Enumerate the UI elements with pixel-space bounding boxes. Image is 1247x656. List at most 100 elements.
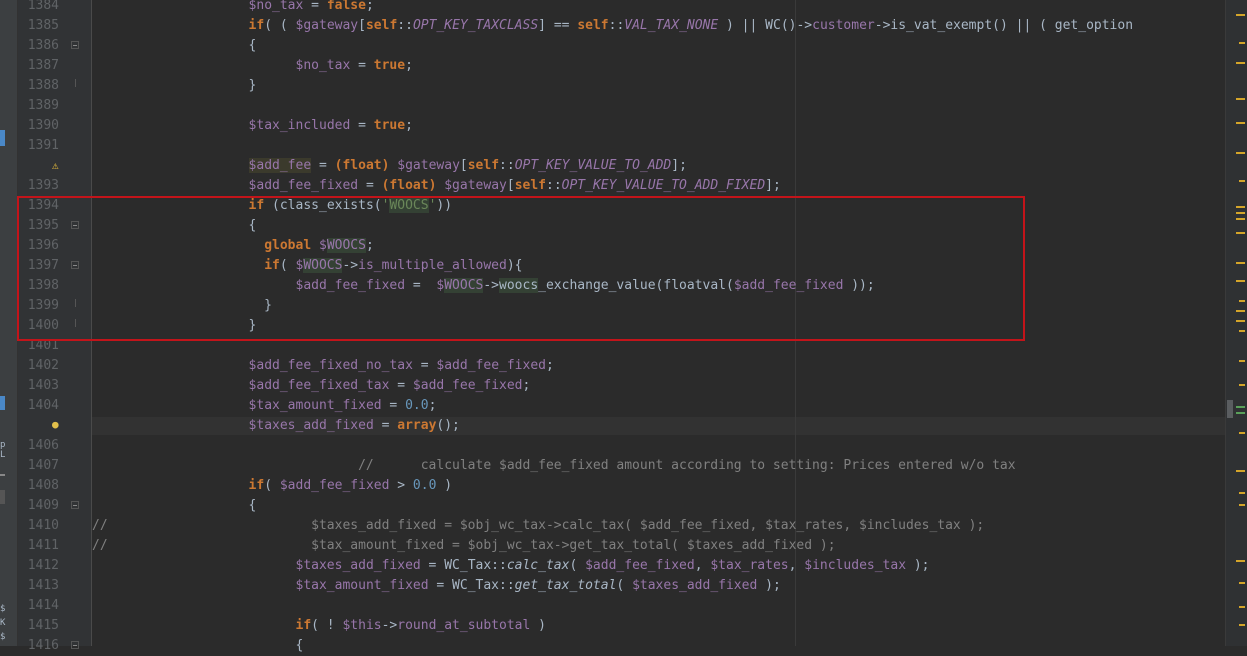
fold-toggle-icon[interactable] — [71, 41, 79, 49]
code-line[interactable]: 1406 — [0, 436, 1225, 456]
scrollbar-marker[interactable] — [1239, 42, 1245, 44]
code-text[interactable]: $tax_included = true; — [92, 116, 413, 136]
code-line[interactable]: 1388 } — [0, 76, 1225, 96]
code-line[interactable]: 1410 // $taxes_add_fixed = $obj_wc_tax->c… — [0, 516, 1225, 536]
scroll-thumb[interactable] — [1227, 400, 1233, 418]
line-number[interactable]: 1384 — [18, 0, 59, 16]
code-line[interactable]: 1391 — [0, 136, 1225, 156]
scrollbar-marker[interactable] — [1236, 560, 1245, 562]
code-text[interactable]: if( $add_fee_fixed > 0.0 ) — [92, 476, 453, 496]
code-line[interactable]: 1385 if( ( $gateway[self::OPT_KEY_TAXCLA… — [0, 16, 1225, 36]
line-number[interactable]: 1415 — [18, 616, 59, 636]
code-text[interactable]: $taxes_add_fixed = WC_Tax::calc_tax( $ad… — [92, 556, 930, 576]
scrollbar-marker[interactable] — [1239, 624, 1245, 626]
scrollbar-marker[interactable] — [1239, 360, 1245, 362]
scrollbar-marker[interactable] — [1236, 280, 1245, 282]
scrollbar-marker[interactable] — [1236, 406, 1245, 408]
code-text[interactable]: { — [92, 36, 257, 56]
line-number[interactable]: 1389 — [18, 96, 59, 116]
code-line[interactable]: 1407 // calculate $add_fee_fixed amount … — [0, 456, 1225, 476]
scrollbar-marker[interactable] — [1239, 504, 1245, 506]
line-number[interactable]: 1403 — [18, 376, 59, 396]
line-number[interactable]: 1386 — [18, 36, 59, 56]
line-number[interactable]: 1387 — [18, 56, 59, 76]
scrollbar-marker[interactable] — [1239, 180, 1245, 182]
scrollbar-marker[interactable] — [1236, 152, 1245, 154]
code-line[interactable]: 1403 $add_fee_fixed_tax = $add_fee_fixed… — [0, 376, 1225, 396]
code-line[interactable]: ⚠ $add_fee = (float) $gateway[self::OPT_… — [0, 156, 1225, 176]
line-number[interactable]: 1411 — [18, 536, 59, 556]
code-text[interactable]: } — [92, 76, 257, 96]
code-line[interactable]: 1387 $no_tax = true; — [0, 56, 1225, 76]
scrollbar-marker[interactable] — [1239, 384, 1245, 386]
code-text[interactable]: $no_tax = false; — [92, 0, 374, 16]
code-line[interactable]: 1390 $tax_included = true; — [0, 116, 1225, 136]
scrollbar-marker[interactable] — [1236, 14, 1245, 16]
scrollbar-marker[interactable] — [1236, 218, 1245, 220]
code-line[interactable]: 1404 $tax_amount_fixed = 0.0; — [0, 396, 1225, 416]
scrollbar-marker[interactable] — [1239, 606, 1245, 608]
line-number[interactable]: 1393 — [18, 176, 59, 196]
line-number[interactable]: 1408 — [18, 476, 59, 496]
code-text[interactable]: $add_fee_fixed_no_tax = $add_fee_fixed; — [92, 356, 554, 376]
code-line[interactable]: 1412 $taxes_add_fixed = WC_Tax::calc_tax… — [0, 556, 1225, 576]
scrollbar-marker[interactable] — [1236, 212, 1245, 214]
code-text[interactable]: $add_fee = (float) $gateway[self::OPT_KE… — [92, 156, 687, 176]
warning-icon[interactable]: ⚠ — [52, 159, 59, 173]
scrollbar-marker[interactable] — [1239, 582, 1245, 584]
code-text[interactable]: // calculate $add_fee_fixed amount accor… — [92, 456, 1015, 476]
scrollbar-marker[interactable] — [1236, 62, 1245, 64]
line-number[interactable]: 1402 — [18, 356, 59, 376]
line-number[interactable]: 1412 — [18, 556, 59, 576]
scrollbar-marker[interactable] — [1236, 310, 1245, 312]
scrollbar-marker[interactable] — [1236, 412, 1245, 414]
code-text[interactable]: if( ( $gateway[self::OPT_KEY_TAXCLASS] =… — [92, 16, 1133, 36]
lightbulb-icon[interactable]: ● — [52, 418, 59, 432]
line-number[interactable]: 1385 — [18, 16, 59, 36]
scrollbar-marker[interactable] — [1236, 320, 1245, 322]
code-text[interactable]: $no_tax = true; — [92, 56, 413, 76]
scrollbar-marker[interactable] — [1239, 330, 1245, 332]
line-number[interactable]: 1409 — [18, 496, 59, 516]
scrollbar-marker[interactable] — [1239, 300, 1245, 302]
code-line[interactable]: 1389 — [0, 96, 1225, 116]
scrollbar-marker[interactable] — [1236, 262, 1245, 264]
line-number[interactable]: 1404 — [18, 396, 59, 416]
code-line[interactable]: 1413 $tax_amount_fixed = WC_Tax::get_tax… — [0, 576, 1225, 596]
code-text[interactable]: { — [92, 496, 257, 516]
code-line[interactable]: 1393 $add_fee_fixed = (float) $gateway[s… — [0, 176, 1225, 196]
scrollbar-marker[interactable] — [1236, 470, 1245, 472]
code-text[interactable]: $add_fee_fixed = (float) $gateway[self::… — [92, 176, 781, 196]
code-text[interactable]: $taxes_add_fixed = array(); — [92, 416, 460, 436]
scrollbar-marker[interactable] — [1239, 432, 1245, 434]
fold-toggle-icon[interactable] — [71, 501, 79, 509]
code-line[interactable]: 1386 { — [0, 36, 1225, 56]
line-number[interactable]: 1410 — [18, 516, 59, 536]
fold-toggle-icon[interactable] — [71, 641, 79, 649]
code-text[interactable]: if( ! $this->round_at_subtotal ) — [92, 616, 546, 636]
code-line[interactable]: 1384 $no_tax = false; — [0, 0, 1225, 16]
code-text[interactable]: // $taxes_add_fixed = $obj_wc_tax->calc_… — [92, 516, 984, 536]
line-number[interactable]: 1388 — [18, 76, 59, 96]
line-number[interactable]: 1416 — [18, 636, 59, 656]
code-line[interactable]: 1415 if( ! $this->round_at_subtotal ) — [0, 616, 1225, 636]
code-text[interactable]: $add_fee_fixed_tax = $add_fee_fixed; — [92, 376, 531, 396]
code-text[interactable]: $tax_amount_fixed = WC_Tax::get_tax_tota… — [92, 576, 781, 596]
line-number[interactable]: 1413 — [18, 576, 59, 596]
code-line[interactable]: 1409 { — [0, 496, 1225, 516]
line-number[interactable]: 1390 — [18, 116, 59, 136]
code-line[interactable]: 1414 — [0, 596, 1225, 616]
code-line[interactable]: ● $taxes_add_fixed = array(); — [0, 416, 1225, 436]
scrollbar-marker[interactable] — [1236, 206, 1245, 208]
code-line[interactable]: 1416 { — [0, 636, 1225, 656]
scrollbar-marker[interactable] — [1236, 122, 1245, 124]
editor-scrollbar[interactable] — [1225, 0, 1247, 646]
code-text[interactable]: // $tax_amount_fixed = $obj_wc_tax->get_… — [92, 536, 836, 556]
scrollbar-marker[interactable] — [1239, 492, 1245, 494]
scrollbar-marker[interactable] — [1236, 98, 1245, 100]
scrollbar-marker[interactable] — [1236, 232, 1245, 234]
code-line[interactable]: 1411 // $tax_amount_fixed = $obj_wc_tax->… — [0, 536, 1225, 556]
code-line[interactable]: 1402 $add_fee_fixed_no_tax = $add_fee_fi… — [0, 356, 1225, 376]
line-number[interactable]: 1414 — [18, 596, 59, 616]
line-number[interactable]: 1406 — [18, 436, 59, 456]
